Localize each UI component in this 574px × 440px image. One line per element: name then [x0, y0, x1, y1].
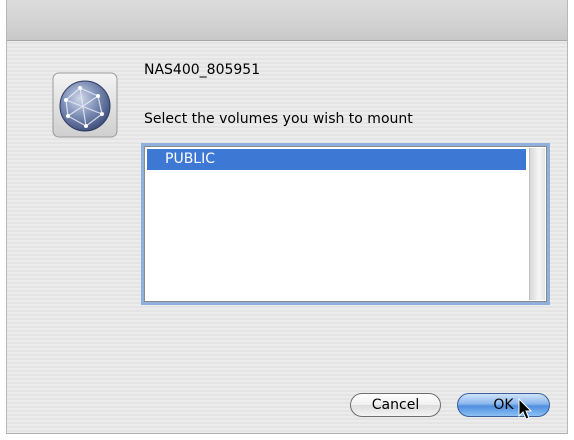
ok-button[interactable]: OK — [457, 393, 550, 417]
mount-dialog: NAS400_805951 Select the volumes you wis… — [6, 0, 568, 434]
server-name: NAS400_805951 — [144, 62, 261, 78]
volume-list-scrollbar[interactable] — [529, 148, 545, 300]
network-server-icon — [52, 72, 118, 138]
mount-prompt: Select the volumes you wish to mount — [144, 111, 413, 127]
arrow-pointer-icon — [518, 398, 533, 420]
volume-list-item[interactable]: PUBLIC — [147, 149, 526, 170]
cancel-button[interactable]: Cancel — [350, 393, 441, 417]
volume-list[interactable]: PUBLIC — [144, 146, 547, 302]
dialog-titlebar — [7, 0, 567, 41]
